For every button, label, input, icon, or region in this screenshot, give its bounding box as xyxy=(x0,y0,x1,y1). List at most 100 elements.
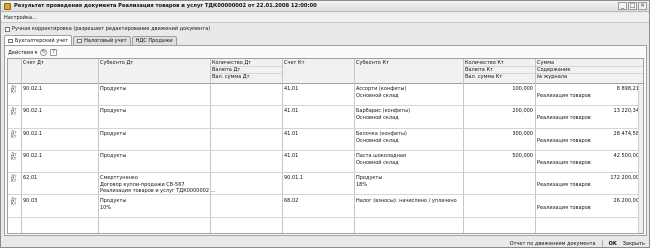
maximize-button[interactable]: □ xyxy=(628,2,637,10)
table-row[interactable]: Дт Кт 62.01 Смерттуненко Договор купли-прода… xyxy=(8,173,643,196)
header-divider xyxy=(463,73,643,74)
cell-content[interactable]: Реализация товаров xyxy=(537,115,591,121)
app-icon xyxy=(4,3,11,10)
cell-subconto-credit[interactable]: Основной склад xyxy=(356,160,399,166)
cell-subconto-debit[interactable]: Продукты xyxy=(100,108,126,114)
cell-subconto-debit[interactable]: Реализация товаров и услуг ТДК0000002 ..… xyxy=(100,188,215,194)
manual-correction-checkbox[interactable] xyxy=(5,26,10,32)
manual-correction-label: Ручная корректировка (разрешает редактир… xyxy=(12,26,211,32)
cell-content[interactable]: Реализация товаров xyxy=(537,160,591,166)
cell-subconto-credit[interactable]: 18% xyxy=(356,182,367,188)
cell-subconto-credit[interactable]: Основной склад xyxy=(356,115,399,121)
entries-table[interactable]: Счет Дт Субконто Дт Количество Дт Валюта… xyxy=(7,58,644,234)
cell-qty-credit[interactable]: 500,000 xyxy=(465,153,533,159)
table-row[interactable]: Дт Кт 90.02.1 Продукты 41.01 Барбарис (конфет… xyxy=(8,106,643,129)
cell-content[interactable]: Реализация товаров xyxy=(537,138,591,144)
cell-subconto-debit[interactable]: Продукты xyxy=(100,86,126,92)
ledger-icon xyxy=(77,39,83,43)
tab-label: НДС Продажи xyxy=(135,38,173,44)
minimize-button[interactable]: _ xyxy=(618,2,627,10)
cell-debit-account[interactable]: 90.03 xyxy=(23,198,37,204)
header-divider xyxy=(210,66,283,67)
cell-credit-account[interactable]: 41.01 xyxy=(284,131,298,137)
cell-debit-account[interactable]: 62.01 xyxy=(23,175,37,181)
ok-button[interactable]: OK xyxy=(609,241,617,247)
entry-icon: Дт Кт xyxy=(11,174,17,184)
cell-qty-credit[interactable]: 100,000 xyxy=(465,86,533,92)
col-debit-account[interactable]: Счет Дт xyxy=(23,60,44,66)
toolbar: Действия ▾ ↻ ? xyxy=(8,49,58,56)
cell-subconto-credit[interactable]: Основной склад xyxy=(356,93,399,99)
dialog-actions: Отчет по движениям документа OK Закрыть xyxy=(510,240,645,247)
tab-tax[interactable]: Налоговый учет xyxy=(73,36,131,45)
cell-debit-account[interactable]: 90.02.1 xyxy=(23,86,42,92)
header-divider xyxy=(210,73,283,74)
cell-debit-account[interactable]: 90.02.1 xyxy=(23,131,42,137)
cell-credit-account[interactable]: 90.01.1 xyxy=(284,175,303,181)
table-row[interactable]: Дт Кт 90.03 Продукты 10% 68.02 Налог (взносы):… xyxy=(8,196,643,218)
cell-content[interactable]: Реализация товаров xyxy=(537,182,591,188)
cell-sum[interactable]: 172 200,00 xyxy=(537,175,639,181)
status-bar: Отчет по движениям документа OK Закрыть xyxy=(1,239,649,248)
divider xyxy=(601,240,603,247)
cell-credit-account[interactable]: 41.01 xyxy=(284,153,298,159)
settings-menu[interactable]: Настройка... xyxy=(4,15,37,21)
manual-correction-row[interactable]: Ручная корректировка (разрешает редактир… xyxy=(5,26,210,32)
cell-subconto-debit[interactable]: Смерттуненко xyxy=(100,175,138,181)
cell-content[interactable]: Реализация товаров xyxy=(537,205,591,211)
header-divider xyxy=(463,66,643,67)
tab-vat-sales[interactable]: НДС Продажи xyxy=(131,36,177,45)
table-header: Счет Дт Субконто Дт Количество Дт Валюта… xyxy=(8,59,643,84)
cell-subconto-credit[interactable]: Барбарис (конфеты) xyxy=(356,108,410,114)
ledger-icon xyxy=(8,38,13,43)
refresh-icon[interactable]: ↻ xyxy=(40,49,48,56)
entry-icon: Дт Кт xyxy=(11,85,17,94)
cell-subconto-credit[interactable]: Продукты xyxy=(356,175,382,181)
cell-credit-account[interactable]: 41.01 xyxy=(284,108,298,114)
col-cur-sum-debit[interactable]: Вал. сумма Дт xyxy=(212,74,250,80)
actions-menu[interactable]: Действия ▾ xyxy=(8,50,37,56)
cell-qty-credit[interactable]: 200,000 xyxy=(465,108,533,114)
cell-sum[interactable]: 28 474,58 xyxy=(537,131,639,137)
cell-content[interactable]: Реализация товаров xyxy=(537,93,591,99)
cell-credit-account[interactable]: 41.01 xyxy=(284,86,298,92)
tab-label: Бухгалтерский учет xyxy=(15,37,69,44)
cell-subconto-debit[interactable]: Продукты xyxy=(100,153,126,159)
cell-subconto-debit[interactable]: Продукты xyxy=(100,131,126,137)
close-button[interactable]: × xyxy=(638,2,647,10)
cell-subconto-credit[interactable]: Основной склад xyxy=(356,138,399,144)
col-cur-sum-credit[interactable]: Вал. сумма Кт xyxy=(465,74,502,80)
cell-debit-account[interactable]: 90.02.1 xyxy=(23,108,42,114)
cell-subconto-debit[interactable]: Продукты xyxy=(100,198,126,204)
col-credit-account[interactable]: Счет Кт xyxy=(284,60,305,66)
help-icon[interactable]: ? xyxy=(50,49,58,56)
table-row[interactable]: Дт Кт 90.02.1 Продукты 41.01 Паста шоколадная… xyxy=(8,151,643,174)
cell-sum[interactable]: 13 220,34 xyxy=(537,108,639,114)
cell-subconto-credit[interactable]: Белочка (конфеты) xyxy=(356,131,407,137)
table-row[interactable]: Дт Кт 90.02.1 Продукты 41.01 Белочка (конфеты… xyxy=(8,129,643,151)
cell-sum[interactable]: 42 500,00 xyxy=(537,153,639,159)
tab-accounting[interactable]: Бухгалтерский учет xyxy=(4,35,73,45)
entry-icon: Дт Кт xyxy=(11,129,17,139)
entry-icon: Дт Кт xyxy=(11,151,17,161)
col-subconto-debit[interactable]: Субконто Дт xyxy=(100,60,133,66)
cell-subconto-credit[interactable]: Паста шоколадная xyxy=(356,153,406,159)
col-subconto-credit[interactable]: Субконто Кт xyxy=(356,60,389,66)
cell-debit-account[interactable]: 90.02.1 xyxy=(23,153,42,159)
cell-sum[interactable]: 8 898,21 xyxy=(537,86,639,92)
cell-credit-account[interactable]: 68.02 xyxy=(284,198,298,204)
vertical-scrollbar[interactable] xyxy=(638,84,643,233)
entry-icon: Дт Кт xyxy=(11,196,17,206)
cell-sum[interactable]: 26 200,00 xyxy=(537,198,639,204)
col-journal[interactable]: № журнала xyxy=(537,74,567,80)
cell-subconto-credit[interactable]: Ассорти (конфеты) xyxy=(356,86,406,92)
window-title: Результат проведения документа Реализаци… xyxy=(14,3,317,9)
menu-bar: Настройка... xyxy=(1,13,649,23)
cell-subconto-credit[interactable]: Налог (взносы): начислено / уплачено xyxy=(356,198,457,204)
table-row[interactable]: Дт Кт 90.02.1 Продукты 41.01 Ассорти (конфеты… xyxy=(8,84,643,107)
window-controls: _ □ × xyxy=(618,2,647,10)
close-dialog-button[interactable]: Закрыть xyxy=(623,241,645,247)
cell-subconto-debit[interactable]: 10% xyxy=(100,205,111,211)
report-link[interactable]: Отчет по движениям документа xyxy=(510,241,596,247)
cell-qty-credit[interactable]: 300,000 xyxy=(465,131,533,137)
